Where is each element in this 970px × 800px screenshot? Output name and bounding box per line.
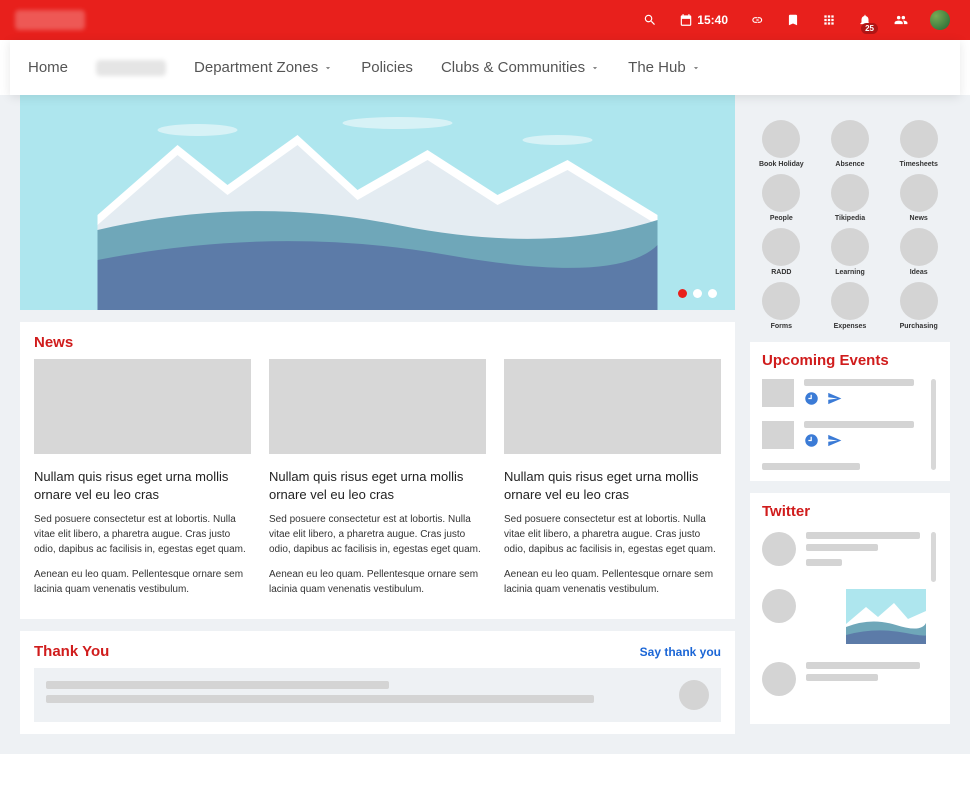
tweet-image <box>846 589 926 644</box>
shortcut-tikipedia[interactable]: Tikipedia <box>819 174 882 222</box>
scrollbar[interactable] <box>931 379 936 470</box>
shortcut-radd[interactable]: RADD <box>750 228 813 276</box>
notifications-icon[interactable]: 25 <box>858 13 872 27</box>
bookmark-icon[interactable] <box>786 13 800 27</box>
news-body: Sed posuere consectetur est at lobortis.… <box>504 512 721 557</box>
event-item[interactable] <box>762 379 926 407</box>
clock-icon <box>804 391 819 406</box>
carousel-dot-2[interactable] <box>693 289 702 298</box>
shortcut-purchasing[interactable]: Purchasing <box>887 282 950 330</box>
time-display: 15:40 <box>679 13 728 27</box>
avatar-placeholder <box>762 589 796 623</box>
carousel-dots <box>678 289 717 298</box>
clock-icon <box>804 433 819 448</box>
thank-you-title: Thank You <box>34 643 109 660</box>
avatar-placeholder <box>762 662 796 696</box>
shortcut-people[interactable]: People <box>750 174 813 222</box>
news-body: Aenean eu leo quam. Pellentesque ornare … <box>34 567 251 597</box>
carousel-dot-3[interactable] <box>708 289 717 298</box>
news-headline: Nullam quis risus eget urna mollis ornar… <box>34 468 251 504</box>
tweet-item[interactable] <box>762 589 926 644</box>
news-card: News Nullam quis risus eget urna mollis … <box>20 322 735 619</box>
shortcut-news[interactable]: News <box>887 174 950 222</box>
carousel-dot-1[interactable] <box>678 289 687 298</box>
thank-you-placeholder <box>34 668 721 722</box>
shortcut-grid: Book HolidayAbsenceTimesheets PeopleTikip… <box>750 95 950 330</box>
shortcut-expenses[interactable]: Expenses <box>819 282 882 330</box>
tweet-item[interactable] <box>762 532 926 571</box>
scrollbar[interactable] <box>931 532 936 582</box>
logo[interactable] <box>15 10 85 30</box>
news-image <box>34 359 251 454</box>
news-body: Sed posuere consectetur est at lobortis.… <box>269 512 486 557</box>
nav-hub[interactable]: The Hub <box>628 59 701 76</box>
twitter-card: Twitter <box>750 493 950 724</box>
events-title: Upcoming Events <box>762 352 938 369</box>
chevron-down-icon <box>691 63 701 73</box>
say-thank-you-button[interactable]: Say thank you <box>640 645 721 659</box>
thank-you-card: Thank You Say thank you <box>20 631 735 734</box>
notification-badge: 25 <box>861 23 878 34</box>
chevron-down-icon <box>323 63 333 73</box>
news-item[interactable]: Nullam quis risus eget urna mollis ornar… <box>34 359 251 607</box>
avatar-placeholder <box>762 532 796 566</box>
news-image <box>269 359 486 454</box>
nav-policies[interactable]: Policies <box>361 59 413 76</box>
events-card: Upcoming Events <box>750 342 950 481</box>
twitter-title: Twitter <box>762 503 938 520</box>
avatar-placeholder <box>679 680 709 710</box>
nav-clubs[interactable]: Clubs & Communities <box>441 59 600 76</box>
chevron-down-icon <box>590 63 600 73</box>
hero-carousel[interactable] <box>20 95 735 310</box>
people-icon[interactable] <box>894 13 908 27</box>
link-icon[interactable] <box>750 13 764 27</box>
news-headline: Nullam quis risus eget urna mollis ornar… <box>504 468 721 504</box>
top-bar: 15:40 25 <box>0 0 970 40</box>
apps-icon[interactable] <box>822 13 836 27</box>
search-icon[interactable] <box>643 13 657 27</box>
shortcut-absence[interactable]: Absence <box>819 120 882 168</box>
avatar[interactable] <box>930 10 950 30</box>
shortcut-book-holiday[interactable]: Book Holiday <box>750 120 813 168</box>
news-image <box>504 359 721 454</box>
main-nav: Home Department Zones Policies Clubs & C… <box>10 40 960 95</box>
event-item[interactable] <box>762 421 926 449</box>
location-icon <box>827 433 842 448</box>
shortcut-timesheets[interactable]: Timesheets <box>887 120 950 168</box>
news-title: News <box>34 334 73 351</box>
nav-item-blurred[interactable] <box>96 60 166 76</box>
nav-home[interactable]: Home <box>28 59 68 76</box>
nav-department-zones[interactable]: Department Zones <box>194 59 333 76</box>
tweet-item[interactable] <box>762 662 926 696</box>
news-headline: Nullam quis risus eget urna mollis ornar… <box>269 468 486 504</box>
news-body: Sed posuere consectetur est at lobortis.… <box>34 512 251 557</box>
location-icon <box>827 391 842 406</box>
shortcut-forms[interactable]: Forms <box>750 282 813 330</box>
news-body: Aenean eu leo quam. Pellentesque ornare … <box>504 567 721 597</box>
news-item[interactable]: Nullam quis risus eget urna mollis ornar… <box>269 359 486 607</box>
news-item[interactable]: Nullam quis risus eget urna mollis ornar… <box>504 359 721 607</box>
news-body: Aenean eu leo quam. Pellentesque ornare … <box>269 567 486 597</box>
shortcut-learning[interactable]: Learning <box>819 228 882 276</box>
shortcut-ideas[interactable]: Ideas <box>887 228 950 276</box>
